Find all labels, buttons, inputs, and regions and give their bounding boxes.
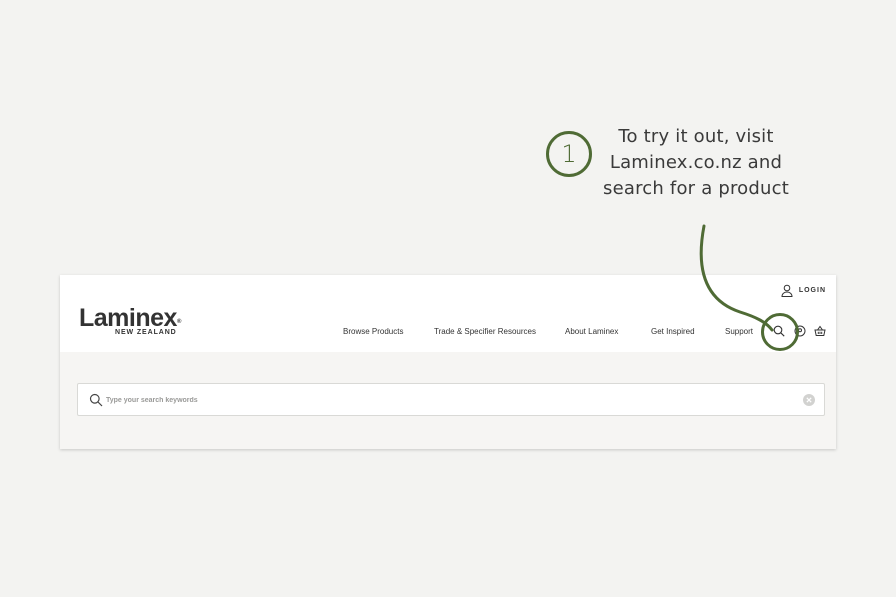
basket-icon xyxy=(814,325,826,336)
website-window: Laminex® NEW ZEALAND LOGIN Browse Produc… xyxy=(60,275,836,449)
nav-support[interactable]: Support xyxy=(725,327,753,336)
clear-icon xyxy=(806,397,812,403)
site-header: Laminex® NEW ZEALAND LOGIN Browse Produc… xyxy=(60,275,836,352)
basket-button[interactable] xyxy=(813,324,827,338)
user-icon xyxy=(781,284,793,297)
callout-line-2: Laminex.co.nz and xyxy=(609,152,783,173)
nav-browse-products[interactable]: Browse Products xyxy=(343,327,403,336)
callout-step-number: 1 xyxy=(546,131,592,177)
nav-about-laminex[interactable]: About Laminex xyxy=(565,327,618,336)
search-icon xyxy=(89,393,103,407)
search-input[interactable] xyxy=(106,390,786,410)
callout-instruction-text: To try it out, visit Laminex.co.nz and s… xyxy=(596,124,796,202)
search-icon-highlight-circle xyxy=(761,313,799,351)
login-link[interactable]: LOGIN xyxy=(781,284,826,297)
main-navigation: Browse Products Trade & Specifier Resour… xyxy=(60,327,836,339)
callout-line-1: To try it out, visit xyxy=(618,126,774,147)
nav-trade-specifier-resources[interactable]: Trade & Specifier Resources xyxy=(434,327,536,336)
search-bar[interactable] xyxy=(77,383,825,416)
search-clear-button[interactable] xyxy=(803,394,815,406)
nav-get-inspired[interactable]: Get Inspired xyxy=(651,327,695,336)
login-label: LOGIN xyxy=(798,287,826,294)
callout-line-3: search for a product xyxy=(603,178,789,199)
